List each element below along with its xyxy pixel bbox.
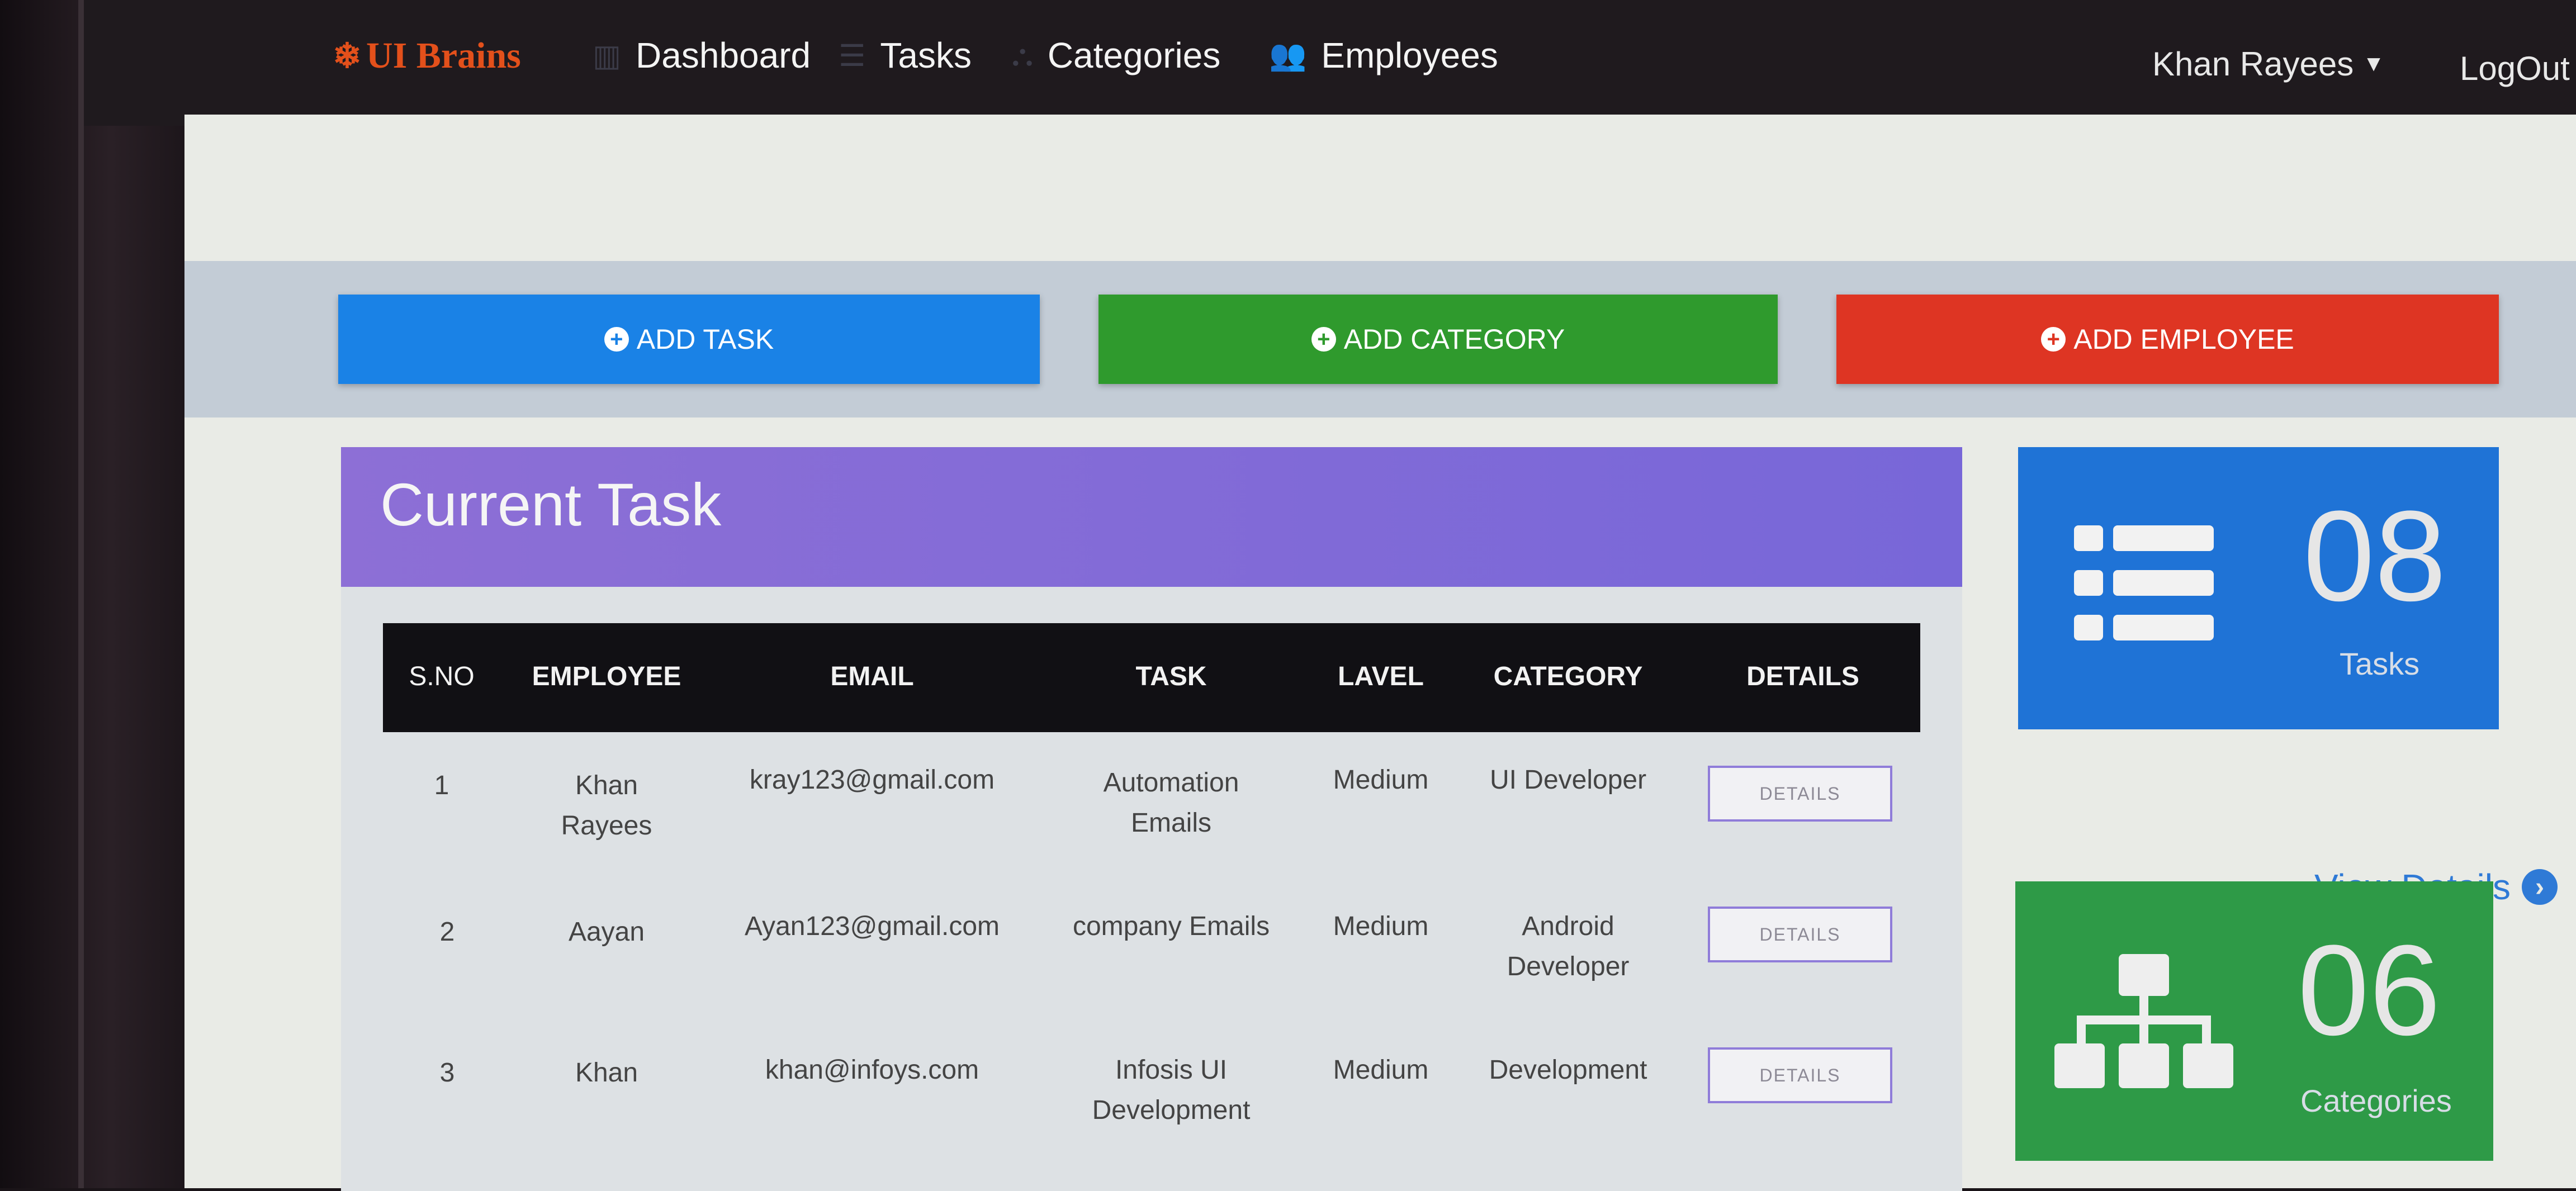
cell-level: Medium	[1333, 912, 1429, 941]
tasks-label: Tasks	[2340, 646, 2420, 681]
tasks-stat-card[interactable]: 08 Tasks	[2018, 447, 2499, 729]
cell-sno: 1	[434, 771, 449, 800]
add-employee-label: ADD EMPLOYEE	[2073, 324, 2294, 355]
arrow-right-circle-icon: ›	[2521, 869, 2558, 905]
cell-sno: 2	[439, 917, 455, 947]
caret-down-icon: ▼	[2362, 51, 2385, 76]
categories-stat-card[interactable]: 06 Categories	[2015, 881, 2493, 1161]
add-category-label: ADD CATEGORY	[1343, 324, 1565, 355]
nav-employees[interactable]: 👥 Employees	[1269, 35, 1498, 76]
nav-tasks-label: Tasks	[880, 35, 972, 75]
col-level: LAVEL	[1338, 662, 1424, 691]
tasks-count: 08	[2303, 484, 2446, 628]
categories-count: 06	[2298, 918, 2441, 1062]
details-button[interactable]: DETAILS	[1708, 907, 1892, 962]
logout-link[interactable]: LogOut	[2460, 49, 2570, 88]
sitemap-icon: ⛬	[1012, 38, 1033, 72]
bezel-edge	[78, 0, 84, 1188]
nav-categories-label: Categories	[1047, 35, 1221, 75]
brand-logo[interactable]: ❄ UI Brains	[333, 35, 521, 77]
nav-tasks[interactable]: ☰ Tasks	[839, 35, 972, 76]
details-button[interactable]: DETAILS	[1708, 766, 1892, 822]
table-header: S.NO EMPLOYEE EMAIL TASK LAVEL CATEGORY …	[383, 623, 1920, 732]
cell-task: Infosis UI Development	[1092, 1055, 1251, 1125]
col-sno: S.NO	[409, 662, 475, 691]
cell-category: UI Developer	[1489, 765, 1647, 795]
cell-category: Development	[1489, 1055, 1647, 1085]
col-email: EMAIL	[830, 662, 914, 691]
current-task-title: Current Task	[380, 471, 722, 538]
cell-email: kray123@gmail.com	[749, 765, 995, 795]
user-name: Khan Rayees	[2152, 45, 2354, 83]
add-task-button[interactable]: + ADD TASK	[338, 295, 1040, 384]
plus-circle-icon: +	[2041, 327, 2066, 352]
add-task-label: ADD TASK	[636, 324, 774, 355]
categories-label: Categories	[2300, 1083, 2452, 1118]
nav-categories[interactable]: ⛬ Categories	[1012, 35, 1220, 76]
add-category-button[interactable]: + ADD CATEGORY	[1098, 295, 1778, 384]
tasks-icon: ☰	[839, 39, 866, 73]
current-task-panel: Current Task S.NO EMPLOYEE EMAIL TASK LA…	[341, 447, 1962, 1191]
col-employee: EMPLOYEE	[532, 662, 681, 691]
task-table: S.NO EMPLOYEE EMAIL TASK LAVEL CATEGORY …	[383, 623, 1920, 1171]
users-icon: 👥	[1269, 38, 1307, 72]
cell-employee: Khan Rayees	[561, 771, 652, 841]
cell-level: Medium	[1333, 1055, 1429, 1085]
plus-circle-icon: +	[604, 327, 629, 352]
cell-email: khan@infoys.com	[765, 1055, 979, 1085]
nav-dashboard-label: Dashboard	[636, 35, 811, 75]
cell-employee: Khan	[575, 1058, 638, 1088]
brand-name: UI Brains	[366, 35, 521, 76]
cell-employee: Aayan	[568, 917, 645, 947]
top-navbar: ❄ UI Brains ▥ Dashboard ☰ Tasks ⛬ Catego…	[84, 0, 2576, 126]
dashboard-icon: ▥	[593, 39, 622, 73]
table-row: 3 Khan khan@infoys.com Infosis UI Develo…	[383, 1025, 1920, 1171]
cell-sno: 3	[439, 1058, 455, 1088]
snowflake-icon: ❄	[333, 37, 362, 75]
plus-circle-icon: +	[1311, 327, 1336, 352]
page-content: + ADD TASK + ADD CATEGORY + ADD EMPLOYEE…	[184, 115, 2576, 1191]
details-button[interactable]: DETAILS	[1708, 1047, 1892, 1103]
sitemap-icon	[2054, 954, 2233, 1088]
table-row: 1 Khan Rayees kray123@gmail.com Automati…	[383, 732, 1920, 879]
current-task-header: Current Task	[341, 447, 1962, 587]
add-employee-button[interactable]: + ADD EMPLOYEE	[1836, 295, 2499, 384]
col-details: DETAILS	[1746, 662, 1859, 691]
nav-dashboard[interactable]: ▥ Dashboard	[593, 35, 811, 76]
user-menu[interactable]: Khan Rayees ▼	[2152, 45, 2385, 83]
nav-employees-label: Employees	[1321, 35, 1498, 75]
col-task: TASK	[1135, 662, 1207, 691]
cell-level: Medium	[1333, 765, 1429, 795]
cell-task: Automation Emails	[1103, 768, 1239, 838]
monitor-bezel	[0, 0, 184, 1188]
cell-email: Ayan123@gmail.com	[744, 912, 1000, 941]
cell-category: Android Developer	[1507, 912, 1630, 981]
table-row: 2 Aayan Ayan123@gmail.com company Emails…	[383, 879, 1920, 1025]
cell-task: company Emails	[1072, 912, 1270, 941]
col-category: CATEGORY	[1493, 662, 1643, 691]
